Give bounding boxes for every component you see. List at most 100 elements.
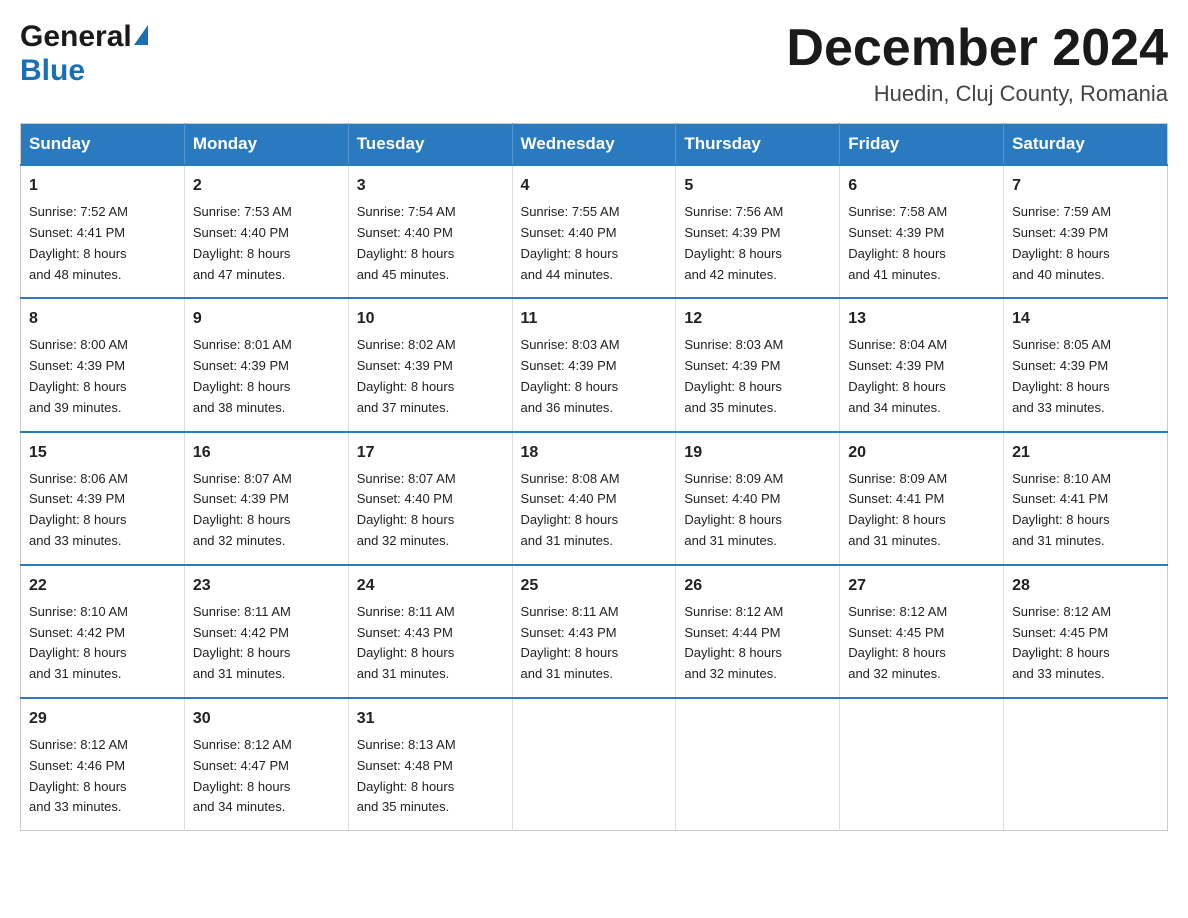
col-header-sunday: Sunday [21,124,185,166]
day-number: 4 [521,174,668,198]
day-info: Sunrise: 7:55 AM Sunset: 4:40 PM Dayligh… [521,204,620,281]
calendar-cell: 30 Sunrise: 8:12 AM Sunset: 4:47 PM Dayl… [184,698,348,831]
calendar-cell: 23 Sunrise: 8:11 AM Sunset: 4:42 PM Dayl… [184,565,348,698]
title-block: December 2024 Huedin, Cluj County, Roman… [786,20,1168,107]
calendar-cell: 20 Sunrise: 8:09 AM Sunset: 4:41 PM Dayl… [840,432,1004,565]
day-info: Sunrise: 7:59 AM Sunset: 4:39 PM Dayligh… [1012,204,1111,281]
day-number: 7 [1012,174,1159,198]
day-number: 11 [521,307,668,331]
calendar-cell: 5 Sunrise: 7:56 AM Sunset: 4:39 PM Dayli… [676,165,840,298]
day-number: 13 [848,307,995,331]
calendar-cell: 9 Sunrise: 8:01 AM Sunset: 4:39 PM Dayli… [184,298,348,431]
day-number: 27 [848,574,995,598]
day-info: Sunrise: 8:06 AM Sunset: 4:39 PM Dayligh… [29,471,128,548]
day-number: 22 [29,574,176,598]
calendar-cell [676,698,840,831]
calendar-week-1: 1 Sunrise: 7:52 AM Sunset: 4:41 PM Dayli… [21,165,1168,298]
day-info: Sunrise: 8:11 AM Sunset: 4:43 PM Dayligh… [357,604,455,681]
day-info: Sunrise: 7:58 AM Sunset: 4:39 PM Dayligh… [848,204,947,281]
day-number: 3 [357,174,504,198]
day-number: 17 [357,441,504,465]
header-row: SundayMondayTuesdayWednesdayThursdayFrid… [21,124,1168,166]
page-header: General Blue December 2024 Huedin, Cluj … [20,20,1168,107]
day-info: Sunrise: 7:56 AM Sunset: 4:39 PM Dayligh… [684,204,783,281]
day-number: 16 [193,441,340,465]
logo: General Blue [20,20,148,88]
day-info: Sunrise: 8:11 AM Sunset: 4:43 PM Dayligh… [521,604,619,681]
day-number: 19 [684,441,831,465]
day-number: 24 [357,574,504,598]
location: Huedin, Cluj County, Romania [786,81,1168,107]
calendar-cell: 11 Sunrise: 8:03 AM Sunset: 4:39 PM Dayl… [512,298,676,431]
day-number: 18 [521,441,668,465]
day-info: Sunrise: 8:00 AM Sunset: 4:39 PM Dayligh… [29,337,128,414]
day-info: Sunrise: 8:02 AM Sunset: 4:39 PM Dayligh… [357,337,456,414]
day-info: Sunrise: 8:12 AM Sunset: 4:45 PM Dayligh… [848,604,947,681]
day-info: Sunrise: 8:03 AM Sunset: 4:39 PM Dayligh… [684,337,783,414]
month-year: December 2024 [786,20,1168,77]
day-number: 23 [193,574,340,598]
calendar-cell: 13 Sunrise: 8:04 AM Sunset: 4:39 PM Dayl… [840,298,1004,431]
day-info: Sunrise: 8:04 AM Sunset: 4:39 PM Dayligh… [848,337,947,414]
logo-general: General [20,20,132,54]
calendar-cell: 27 Sunrise: 8:12 AM Sunset: 4:45 PM Dayl… [840,565,1004,698]
calendar-week-5: 29 Sunrise: 8:12 AM Sunset: 4:46 PM Dayl… [21,698,1168,831]
calendar-cell: 8 Sunrise: 8:00 AM Sunset: 4:39 PM Dayli… [21,298,185,431]
day-number: 26 [684,574,831,598]
day-info: Sunrise: 8:05 AM Sunset: 4:39 PM Dayligh… [1012,337,1111,414]
logo-arrow-icon [134,25,148,45]
calendar-cell: 24 Sunrise: 8:11 AM Sunset: 4:43 PM Dayl… [348,565,512,698]
col-header-friday: Friday [840,124,1004,166]
calendar-cell: 25 Sunrise: 8:11 AM Sunset: 4:43 PM Dayl… [512,565,676,698]
calendar-cell: 15 Sunrise: 8:06 AM Sunset: 4:39 PM Dayl… [21,432,185,565]
day-info: Sunrise: 8:12 AM Sunset: 4:46 PM Dayligh… [29,737,128,814]
day-info: Sunrise: 8:12 AM Sunset: 4:44 PM Dayligh… [684,604,783,681]
day-number: 6 [848,174,995,198]
col-header-wednesday: Wednesday [512,124,676,166]
calendar-cell: 7 Sunrise: 7:59 AM Sunset: 4:39 PM Dayli… [1004,165,1168,298]
day-number: 30 [193,707,340,731]
day-number: 21 [1012,441,1159,465]
day-number: 14 [1012,307,1159,331]
col-header-thursday: Thursday [676,124,840,166]
col-header-monday: Monday [184,124,348,166]
calendar-week-3: 15 Sunrise: 8:06 AM Sunset: 4:39 PM Dayl… [21,432,1168,565]
calendar-cell: 21 Sunrise: 8:10 AM Sunset: 4:41 PM Dayl… [1004,432,1168,565]
calendar-cell: 6 Sunrise: 7:58 AM Sunset: 4:39 PM Dayli… [840,165,1004,298]
calendar-cell: 14 Sunrise: 8:05 AM Sunset: 4:39 PM Dayl… [1004,298,1168,431]
calendar-cell: 10 Sunrise: 8:02 AM Sunset: 4:39 PM Dayl… [348,298,512,431]
day-number: 15 [29,441,176,465]
day-number: 5 [684,174,831,198]
day-info: Sunrise: 8:01 AM Sunset: 4:39 PM Dayligh… [193,337,292,414]
day-number: 8 [29,307,176,331]
calendar-cell: 16 Sunrise: 8:07 AM Sunset: 4:39 PM Dayl… [184,432,348,565]
day-number: 2 [193,174,340,198]
calendar-week-2: 8 Sunrise: 8:00 AM Sunset: 4:39 PM Dayli… [21,298,1168,431]
day-info: Sunrise: 8:07 AM Sunset: 4:39 PM Dayligh… [193,471,292,548]
calendar-cell: 26 Sunrise: 8:12 AM Sunset: 4:44 PM Dayl… [676,565,840,698]
day-number: 20 [848,441,995,465]
calendar-cell: 1 Sunrise: 7:52 AM Sunset: 4:41 PM Dayli… [21,165,185,298]
calendar-cell [840,698,1004,831]
calendar-cell: 29 Sunrise: 8:12 AM Sunset: 4:46 PM Dayl… [21,698,185,831]
calendar-cell: 4 Sunrise: 7:55 AM Sunset: 4:40 PM Dayli… [512,165,676,298]
day-info: Sunrise: 8:03 AM Sunset: 4:39 PM Dayligh… [521,337,620,414]
calendar-cell: 22 Sunrise: 8:10 AM Sunset: 4:42 PM Dayl… [21,565,185,698]
calendar-cell: 19 Sunrise: 8:09 AM Sunset: 4:40 PM Dayl… [676,432,840,565]
calendar-cell: 2 Sunrise: 7:53 AM Sunset: 4:40 PM Dayli… [184,165,348,298]
calendar-cell: 18 Sunrise: 8:08 AM Sunset: 4:40 PM Dayl… [512,432,676,565]
day-info: Sunrise: 7:52 AM Sunset: 4:41 PM Dayligh… [29,204,128,281]
day-info: Sunrise: 8:13 AM Sunset: 4:48 PM Dayligh… [357,737,456,814]
day-number: 12 [684,307,831,331]
day-number: 10 [357,307,504,331]
day-number: 31 [357,707,504,731]
day-number: 25 [521,574,668,598]
calendar-header: SundayMondayTuesdayWednesdayThursdayFrid… [21,124,1168,166]
day-number: 9 [193,307,340,331]
calendar-cell: 31 Sunrise: 8:13 AM Sunset: 4:48 PM Dayl… [348,698,512,831]
day-number: 29 [29,707,176,731]
calendar-cell [1004,698,1168,831]
calendar-cell: 28 Sunrise: 8:12 AM Sunset: 4:45 PM Dayl… [1004,565,1168,698]
day-info: Sunrise: 8:12 AM Sunset: 4:45 PM Dayligh… [1012,604,1111,681]
day-info: Sunrise: 8:11 AM Sunset: 4:42 PM Dayligh… [193,604,291,681]
